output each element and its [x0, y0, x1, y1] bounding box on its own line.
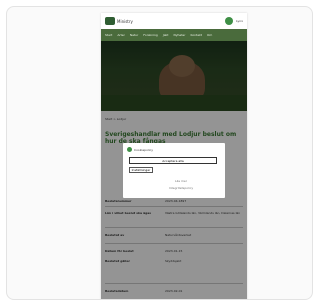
logo-text: Ministry	[117, 18, 133, 24]
ministry-logo-icon[interactable]	[105, 17, 115, 25]
privacy-policy-link[interactable]: Integritetspolicy	[161, 186, 201, 190]
nav-item[interactable]: Natur	[130, 33, 138, 37]
dialog-title: Cookiepolicy	[134, 147, 154, 152]
nav-item[interactable]: Jakt	[163, 33, 169, 37]
mobile-screenshot: Ministry Lynx Start Arter Natur Forsknin…	[101, 13, 247, 299]
site-header: Ministry Lynx	[101, 13, 247, 29]
preview-card: Ministry Lynx Start Arter Natur Forsknin…	[6, 6, 313, 300]
main-navigation: Start Arter Natur Forskning Jakt Nyheter…	[101, 29, 247, 41]
nav-item[interactable]: Arter	[117, 33, 125, 37]
accept-all-button[interactable]: Acceptera alla	[129, 157, 217, 164]
nav-item[interactable]: Nyheter	[173, 33, 185, 37]
nav-item[interactable]: Start	[105, 33, 112, 37]
dialog-header: Cookiepolicy	[127, 147, 221, 152]
cookie-dialog: Cookiepolicy Acceptera alla Inställninga…	[123, 143, 225, 198]
read-more-link[interactable]: Läs mer	[161, 179, 201, 183]
partner-logo-icon[interactable]	[225, 17, 234, 25]
settings-button[interactable]: Inställningar	[129, 167, 153, 173]
nav-item[interactable]: Kontakt	[191, 33, 202, 37]
nav-item[interactable]: Forskning	[143, 33, 158, 37]
partner-text: Lynx	[236, 19, 243, 23]
nav-item[interactable]: Om	[207, 33, 212, 37]
dialog-logo-icon	[127, 147, 132, 152]
